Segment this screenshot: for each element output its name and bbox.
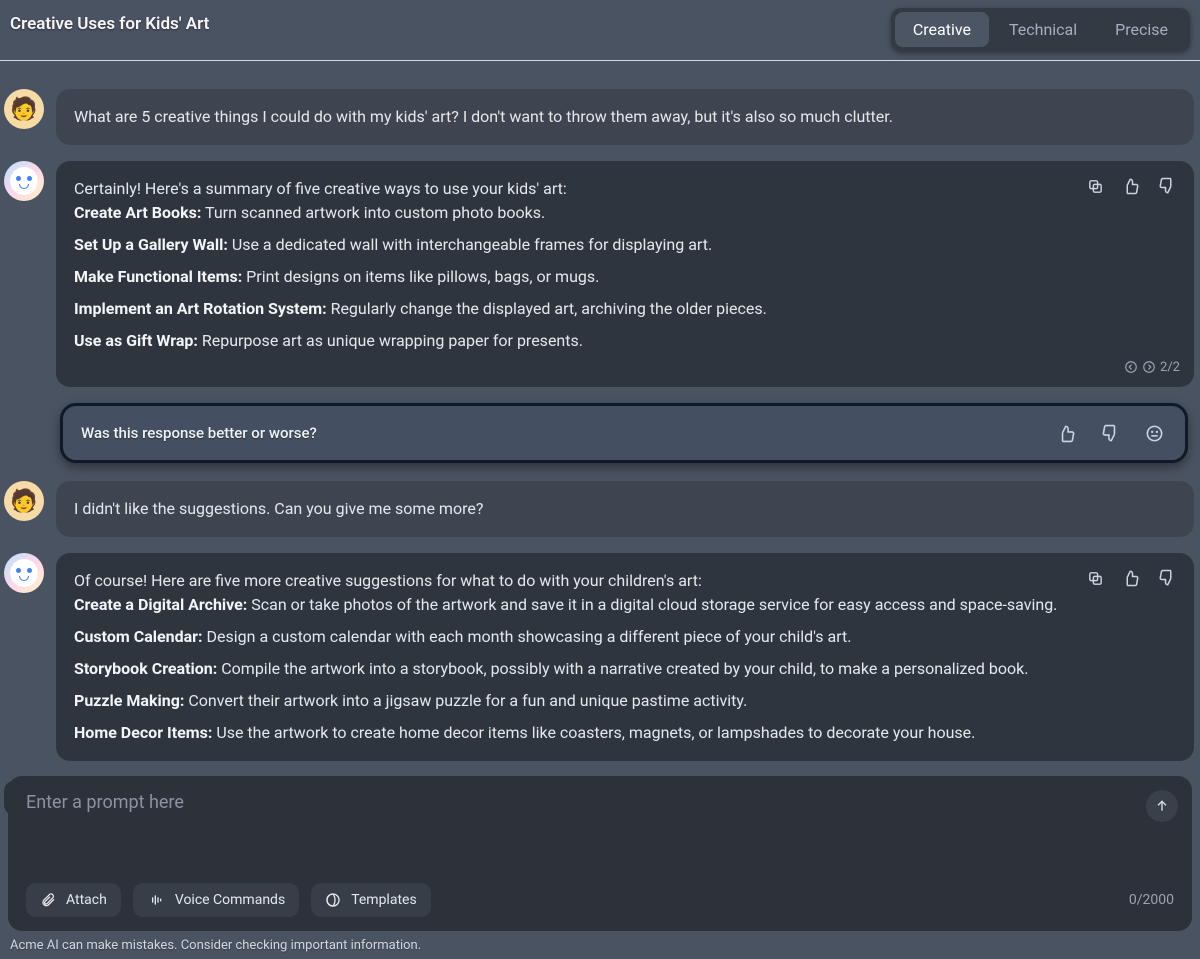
ai-actions xyxy=(1082,565,1180,591)
ai-intro: Certainly! Here's a summary of five crea… xyxy=(74,177,1176,201)
list-item: Create Art Books: Turn scanned artwork i… xyxy=(74,201,1176,225)
bot-avatar xyxy=(4,553,44,593)
copy-icon[interactable] xyxy=(1082,565,1108,591)
voice-button[interactable]: Voice Commands xyxy=(133,883,299,917)
list-item: Implement an Art Rotation System: Regula… xyxy=(74,297,1176,321)
list-item: Set Up a Gallery Wall: Use a dedicated w… xyxy=(74,233,1176,257)
list-item: Puzzle Making: Convert their artwork int… xyxy=(74,689,1176,713)
header: Creative Uses for Kids' Art Creative Tec… xyxy=(0,0,1200,51)
list-item: Use as Gift Wrap: Repurpose art as uniqu… xyxy=(74,329,1176,353)
templates-label: Templates xyxy=(351,892,417,908)
user-avatar: 🧑 xyxy=(4,481,44,521)
thumbs-down-icon[interactable] xyxy=(1154,173,1180,199)
pager-prev-icon[interactable] xyxy=(1124,360,1138,374)
pager-count: 2/2 xyxy=(1160,358,1180,378)
chat-log: 🧑 What are 5 creative things I could do … xyxy=(0,61,1200,815)
user-text: I didn't like the suggestions. Can you g… xyxy=(74,497,1176,521)
feedback-question: Was this response better or worse? xyxy=(81,424,317,442)
send-button[interactable] xyxy=(1146,790,1178,822)
waveform-icon xyxy=(147,892,165,908)
response-pager: 2/2 xyxy=(1124,358,1180,378)
thumbs-up-icon[interactable] xyxy=(1118,173,1144,199)
prompt-input[interactable]: Enter a prompt here Attach Voice Command… xyxy=(8,776,1192,931)
mode-tabs: Creative Technical Precise xyxy=(891,8,1190,51)
user-bubble: I didn't like the suggestions. Can you g… xyxy=(56,481,1194,537)
paperclip-icon xyxy=(40,892,56,908)
prompt-placeholder: Enter a prompt here xyxy=(26,792,1174,813)
disclaimer-text: Acme AI can make mistakes. Consider chec… xyxy=(10,938,421,953)
composer-area: Enter a prompt here Attach Voice Command… xyxy=(8,776,1192,931)
user-bubble: What are 5 creative things I could do wi… xyxy=(56,89,1194,145)
attach-label: Attach xyxy=(66,892,107,908)
list-item: Custom Calendar: Design a custom calenda… xyxy=(74,625,1176,649)
copy-icon[interactable] xyxy=(1082,173,1108,199)
page-title: Creative Uses for Kids' Art xyxy=(10,8,209,34)
ai-bubble: Certainly! Here's a summary of five crea… xyxy=(56,161,1194,387)
voice-label: Voice Commands xyxy=(175,892,285,908)
tab-precise[interactable]: Precise xyxy=(1097,12,1186,47)
user-text: What are 5 creative things I could do wi… xyxy=(74,105,1176,129)
pager-next-icon[interactable] xyxy=(1142,360,1156,374)
message-user-2: 🧑 I didn't like the suggestions. Can you… xyxy=(4,481,1194,537)
thumbs-down-icon[interactable] xyxy=(1097,420,1123,446)
composer-footer: Attach Voice Commands Templates 0/2000 xyxy=(26,883,1174,917)
ai-bubble: Of course! Here are five more creative s… xyxy=(56,553,1194,761)
message-ai-1: Certainly! Here's a summary of five crea… xyxy=(4,161,1194,387)
message-user-1: 🧑 What are 5 creative things I could do … xyxy=(4,89,1194,145)
list-item: Create a Digital Archive: Scan or take p… xyxy=(74,593,1176,617)
list-item: Home Decor Items: Use the artwork to cre… xyxy=(74,721,1176,745)
feedback-actions xyxy=(1053,420,1167,446)
bot-avatar xyxy=(4,161,44,201)
ai-intro: Of course! Here are five more creative s… xyxy=(74,569,1176,593)
neutral-face-icon[interactable] xyxy=(1141,420,1167,446)
thumbs-up-icon[interactable] xyxy=(1118,565,1144,591)
message-ai-2: Of course! Here are five more creative s… xyxy=(4,553,1194,761)
ai-actions xyxy=(1082,173,1180,199)
user-avatar: 🧑 xyxy=(4,89,44,129)
tab-creative[interactable]: Creative xyxy=(895,12,989,47)
list-item: Make Functional Items: Print designs on … xyxy=(74,265,1176,289)
templates-button[interactable]: Templates xyxy=(311,883,431,917)
thumbs-up-icon[interactable] xyxy=(1053,420,1079,446)
char-counter: 0/2000 xyxy=(1129,892,1174,908)
templates-icon xyxy=(325,892,341,908)
list-item: Storybook Creation: Compile the artwork … xyxy=(74,657,1176,681)
attach-button[interactable]: Attach xyxy=(26,883,121,917)
feedback-prompt: Was this response better or worse? xyxy=(60,403,1188,463)
tab-technical[interactable]: Technical xyxy=(991,12,1095,47)
thumbs-down-icon[interactable] xyxy=(1154,565,1180,591)
